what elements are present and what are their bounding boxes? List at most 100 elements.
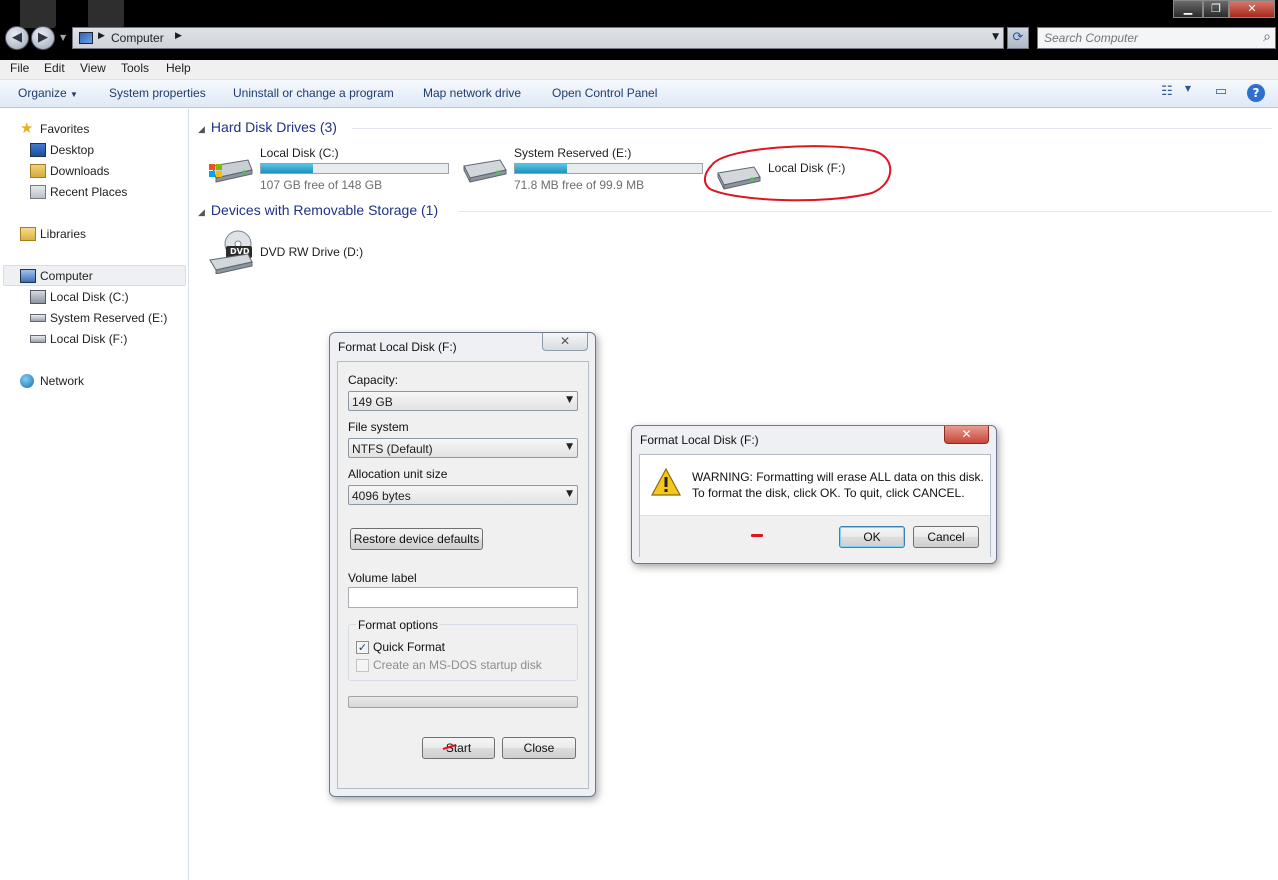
uninstall-program-button[interactable]: Uninstall or change a program (233, 86, 394, 100)
nav-item-local-disk-c[interactable]: Local Disk (C:) (30, 288, 180, 308)
nav-item-label: Computer (40, 269, 93, 283)
drive-local-disk-c[interactable]: Local Disk (C:) 107 GB free of 148 GB (208, 146, 453, 194)
nav-item-label: Favorites (40, 122, 90, 136)
ok-button[interactable]: OK (839, 526, 905, 548)
format-progress-bar (348, 696, 578, 708)
file-system-select[interactable]: NTFS (Default) ▼ (348, 438, 578, 458)
breadcrumb-arrow-icon[interactable]: ▶ (175, 31, 182, 41)
menu-help[interactable]: Help (166, 61, 191, 75)
nav-item-desktop[interactable]: Desktop (30, 141, 180, 161)
nav-item-label: Desktop (50, 143, 95, 157)
maximize-button[interactable]: ❐ (1203, 0, 1229, 18)
group-divider (352, 128, 1272, 129)
allocation-unit-select[interactable]: 4096 bytes ▼ (348, 485, 578, 505)
warning-dialog-body: WARNING: Formatting will erase ALL data … (639, 454, 991, 557)
format-dialog-body: Capacity: 149 GB ▼ File system NTFS (Def… (337, 361, 589, 789)
nav-item-downloads[interactable]: Downloads (30, 162, 180, 182)
nav-item-label: System Reserved (E:) (50, 311, 168, 325)
nav-item-favorites[interactable]: ★ Favorites (20, 120, 180, 140)
restore-defaults-button[interactable]: Restore device defaults (350, 528, 483, 550)
downloads-folder-icon (30, 164, 46, 178)
breadcrumb-arrow-icon[interactable]: ▶ (98, 31, 105, 41)
breadcrumb-computer[interactable]: Computer (111, 31, 164, 45)
capacity-select[interactable]: 149 GB ▼ (348, 391, 578, 411)
red-annotation-mark (442, 744, 457, 750)
view-options-chevron-icon[interactable]: ▼ (1178, 84, 1198, 102)
minimize-button[interactable]: ▁ (1173, 0, 1203, 18)
quick-format-checkbox[interactable]: ✓ (356, 641, 369, 654)
map-network-drive-button[interactable]: Map network drive (423, 86, 521, 100)
chevron-down-icon: ▼ (566, 442, 573, 452)
dvd-badge: DVD (230, 247, 250, 256)
search-icon[interactable]: ⌕ (1263, 29, 1271, 45)
allocation-unit-label: Allocation unit size (348, 467, 448, 481)
close-button[interactable]: Close (502, 737, 576, 759)
drive-free-space: 107 GB free of 148 GB (260, 178, 383, 192)
warning-message-line1: WARNING: Formatting will erase ALL data … (692, 470, 984, 484)
nav-item-computer[interactable]: Computer (20, 267, 180, 287)
address-dropdown-icon[interactable]: ▼ (992, 32, 999, 42)
menu-tools[interactable]: Tools (121, 61, 149, 75)
help-icon[interactable]: ? (1247, 84, 1265, 102)
drive-dvd-rw-d[interactable]: DVD DVD RW Drive (D:) (208, 230, 388, 276)
drive-icon (30, 314, 46, 322)
chevron-down-icon: ▼ (70, 90, 78, 99)
group-title: Hard Disk Drives (3) (210, 119, 337, 135)
preview-pane-icon[interactable]: ▭ (1211, 84, 1231, 102)
close-icon[interactable]: ✕ (542, 333, 588, 351)
close-icon[interactable]: ✕ (944, 426, 989, 444)
drive-name: System Reserved (E:) (514, 146, 632, 160)
refresh-button[interactable]: ⟳ (1007, 27, 1029, 49)
command-bar: Organize ▼ System properties Uninstall o… (0, 80, 1278, 108)
drive-free-space: 71.8 MB free of 99.9 MB (514, 178, 645, 192)
address-bar[interactable]: ▶ Computer ▶ ▼ (72, 27, 1004, 49)
warning-button-strip: OK Cancel (640, 515, 990, 557)
nav-item-label: Network (40, 374, 85, 388)
close-window-button[interactable]: ✕ (1229, 0, 1275, 18)
quick-format-label[interactable]: Quick Format (373, 640, 445, 654)
nav-item-label: Local Disk (C:) (50, 290, 129, 304)
recent-places-icon (30, 185, 46, 199)
nav-item-recent-places[interactable]: Recent Places (30, 183, 180, 203)
file-system-label: File system (348, 420, 409, 434)
volume-label-input[interactable] (348, 587, 578, 608)
drive-usage-bar (260, 163, 449, 174)
search-input[interactable] (1044, 31, 1244, 45)
forward-button[interactable]: ▶ (31, 26, 55, 50)
menu-bar: File Edit View Tools Help (0, 60, 1278, 80)
warning-message-line2: To format the disk, click OK. To quit, c… (692, 486, 965, 500)
group-header-removable[interactable]: ◢ Devices with Removable Storage (1) (198, 202, 438, 218)
group-title: Devices with Removable Storage (1) (210, 202, 439, 218)
nav-item-local-disk-f[interactable]: Local Disk (F:) (30, 330, 180, 350)
chevron-down-icon: ▼ (566, 395, 573, 405)
group-divider (458, 211, 1272, 212)
recent-pages-chevron-icon[interactable]: ▼ (60, 33, 66, 42)
format-options-label: Format options (356, 618, 441, 632)
msdos-startup-label[interactable]: Create an MS-DOS startup disk (373, 658, 542, 672)
cancel-button[interactable]: Cancel (913, 526, 979, 548)
organize-label: Organize (18, 86, 67, 100)
start-button[interactable]: Start (422, 737, 495, 759)
drive-name: Local Disk (C:) (260, 146, 339, 160)
nav-item-label: Local Disk (F:) (50, 332, 128, 346)
open-control-panel-button[interactable]: Open Control Panel (552, 86, 657, 100)
search-box[interactable]: ⌕ (1037, 27, 1276, 49)
organize-button[interactable]: Organize ▼ (18, 86, 78, 100)
change-view-icon[interactable]: ☷ (1157, 84, 1177, 102)
nav-item-libraries[interactable]: Libraries (20, 225, 180, 245)
computer-icon (79, 32, 93, 44)
group-header-hard-disks[interactable]: ◢ Hard Disk Drives (3) (198, 119, 337, 135)
desktop-icon (30, 143, 46, 157)
nav-item-network[interactable]: Network (20, 372, 180, 392)
system-properties-button[interactable]: System properties (109, 86, 206, 100)
back-button[interactable]: ◀ (5, 26, 29, 50)
hard-drive-windows-icon (209, 159, 253, 183)
drive-usage-fill (261, 164, 314, 173)
menu-file[interactable]: File (10, 61, 29, 75)
nav-item-system-reserved-e[interactable]: System Reserved (E:) (30, 309, 180, 329)
drive-icon (30, 335, 46, 343)
menu-edit[interactable]: Edit (44, 61, 65, 75)
msdos-startup-checkbox[interactable] (356, 659, 369, 672)
menu-view[interactable]: View (80, 61, 106, 75)
drive-system-reserved-e[interactable]: System Reserved (E:) 71.8 MB free of 99.… (462, 146, 707, 194)
